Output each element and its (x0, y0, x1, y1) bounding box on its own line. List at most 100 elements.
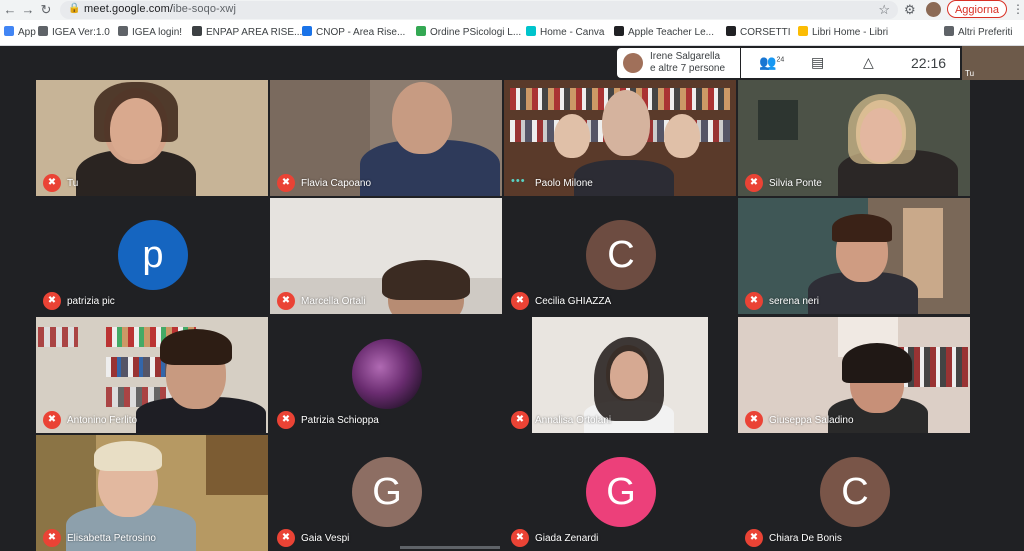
bookmark-label: Apple Teacher Le... (628, 27, 714, 38)
self-view-label: Tu (965, 69, 975, 78)
self-view-thumbnail[interactable]: Tu (962, 46, 1024, 80)
lock-icon: 🔒 (68, 3, 81, 14)
mic-off-icon: ✖ (745, 529, 763, 547)
url-host: meet.google.com/ (84, 3, 174, 15)
participant-tile[interactable]: C ✖ Chiara De Bonis (738, 435, 970, 551)
bookmark-favicon-icon (38, 26, 48, 36)
update-button[interactable]: Aggiorna (947, 0, 1007, 18)
other-bookmarks-label: Altri Preferiti (958, 27, 1013, 38)
participants-icon[interactable]: 👥24 (759, 54, 784, 71)
mic-off-icon: ✖ (277, 174, 295, 192)
bookmark-favicon-icon (416, 26, 426, 36)
bookmark-item[interactable]: IGEA Ver:1.0 (38, 26, 110, 38)
bookmark-item[interactable]: App (4, 26, 36, 38)
mic-off-icon: ✖ (277, 411, 295, 429)
participant-tile[interactable]: ✖ Patrizia Schioppa (270, 317, 502, 433)
profile-avatar[interactable] (926, 2, 941, 17)
bookmark-item[interactable]: CORSETTI (726, 26, 791, 38)
participant-tile[interactable]: ✖ Elisabetta Petrosino (36, 435, 268, 551)
participant-tile[interactable]: ✖ Silvia Ponte (738, 80, 970, 196)
participant-name: Chiara De Bonis (769, 533, 842, 544)
menu-dots-icon[interactable]: ⋮ (1012, 2, 1024, 16)
reload-icon[interactable]: ↻ (38, 2, 54, 18)
bookmark-label: App (18, 27, 36, 38)
participant-tile[interactable]: ✖ Annalisa Ortolani (504, 317, 736, 433)
bookmark-favicon-icon (726, 26, 736, 36)
bookmark-label: Home - Canva (540, 27, 605, 38)
participant-tile[interactable]: ✖ Tu (36, 80, 268, 196)
mic-off-icon: ✖ (511, 529, 529, 547)
bookmark-favicon-icon (798, 26, 808, 36)
participant-name: serena neri (769, 296, 820, 307)
participant-name: Cecilia GHIAZZA (535, 296, 612, 307)
bookmark-item[interactable]: IGEA login! (118, 26, 182, 38)
participant-tile[interactable]: ✖ Giuseppa Saladino (738, 317, 970, 433)
bookmark-label: Ordine PSicologi L... (430, 27, 522, 38)
mic-off-icon: ✖ (511, 292, 529, 310)
participant-tile[interactable]: G ✖ Giada Zenardi (504, 435, 736, 551)
participant-name: Antonino Ferlito (67, 415, 138, 426)
bookmark-label: CORSETTI (740, 27, 791, 38)
bookmark-favicon-icon (302, 26, 312, 36)
presenter-chip[interactable]: Irene Salgarella e altre 7 persone (617, 48, 740, 78)
mic-off-icon: ✖ (277, 292, 295, 310)
bookmark-star-icon[interactable]: ☆ (878, 2, 890, 18)
bookmark-item[interactable]: Home - Canva (526, 26, 604, 38)
url-path: ibe-soqo-xwj (173, 3, 236, 15)
bookmark-item[interactable]: ENPAP AREA RISE... (192, 26, 302, 38)
bookmark-label: IGEA Ver:1.0 (52, 27, 110, 38)
presenter-name: Irene Salgarella (650, 51, 721, 62)
participant-name: Marcella Ortali (301, 296, 366, 307)
bookmark-item[interactable]: Ordine PSicologi L... (416, 26, 521, 38)
bookmark-label: Libri Home - Libri (812, 27, 889, 38)
profile-photo-avatar (352, 339, 422, 409)
participant-tile[interactable]: ✖ Flavia Capoano (270, 80, 502, 196)
meet-controls: 👥24 ▤ △ 22:16 (741, 48, 960, 78)
participant-tile[interactable]: ✖ Antonino Ferlito (36, 317, 268, 433)
bookmark-item[interactable]: Apple Teacher Le... (614, 26, 714, 38)
meeting-clock: 22:16 (911, 55, 947, 71)
participant-tile[interactable]: G ✖ Gaia Vespi (270, 435, 502, 551)
extensions-icon[interactable]: ⚙ (904, 2, 916, 18)
participant-tile[interactable]: p ✖ patrizia pic (36, 198, 268, 314)
chat-icon[interactable]: ▤ (811, 54, 824, 71)
participant-name: Patrizia Schioppa (301, 415, 379, 426)
bookmark-item[interactable]: CNOP - Area Rise... (302, 26, 405, 38)
other-bookmarks[interactable]: Altri Preferiti (944, 26, 1012, 38)
url-text: meet.google.com/ibe-soqo-xwj (84, 3, 236, 15)
bookmark-favicon-icon (4, 26, 14, 36)
bookmark-label: CNOP - Area Rise... (316, 27, 406, 38)
participant-name: Tu (67, 178, 79, 189)
mic-off-icon: ✖ (43, 292, 61, 310)
participant-name: patrizia pic (67, 296, 115, 307)
participant-name: Giuseppa Saladino (769, 415, 854, 426)
mic-off-icon: ✖ (43, 529, 61, 547)
participant-tile[interactable]: ••• Paolo Milone (504, 80, 736, 196)
presenter-avatar (623, 53, 643, 73)
mic-off-icon: ✖ (745, 292, 763, 310)
forward-icon[interactable]: → (20, 2, 36, 18)
bookmark-label: ENPAP AREA RISE... (206, 27, 303, 38)
letter-avatar: C (586, 220, 656, 290)
activities-icon[interactable]: △ (863, 54, 874, 71)
letter-avatar: C (820, 457, 890, 527)
browser-toolbar: ← → ↻ 🔒 meet.google.com/ibe-soqo-xwj ☆ ⚙… (0, 0, 1024, 20)
bookmarks-bar: App IGEA Ver:1.0 IGEA login! ENPAP AREA RIS… (0, 20, 1024, 46)
participant-tile[interactable]: C ✖ Cecilia GHIAZZA (504, 198, 736, 314)
mic-off-icon: ✖ (745, 411, 763, 429)
letter-avatar: p (118, 220, 188, 290)
participants-count: 24 (776, 56, 785, 64)
back-icon[interactable]: ← (2, 2, 18, 18)
presenter-others: e altre 7 persone (650, 63, 726, 74)
participant-name: Elisabetta Petrosino (67, 533, 156, 544)
participant-name: Gaia Vespi (301, 533, 350, 544)
participant-tile[interactable]: ✖ serena neri (738, 198, 970, 314)
bookmark-favicon-icon (192, 26, 202, 36)
address-bar[interactable]: 🔒 meet.google.com/ibe-soqo-xwj ☆ (60, 1, 898, 19)
participant-tile[interactable]: ✖ Marcella Ortali (270, 198, 502, 314)
bookmark-item[interactable]: Libri Home - Libri (798, 26, 888, 38)
bookmark-favicon-icon (118, 26, 128, 36)
participant-name: Giada Zenardi (535, 533, 599, 544)
mic-off-icon: ✖ (745, 174, 763, 192)
folder-icon (944, 26, 954, 36)
